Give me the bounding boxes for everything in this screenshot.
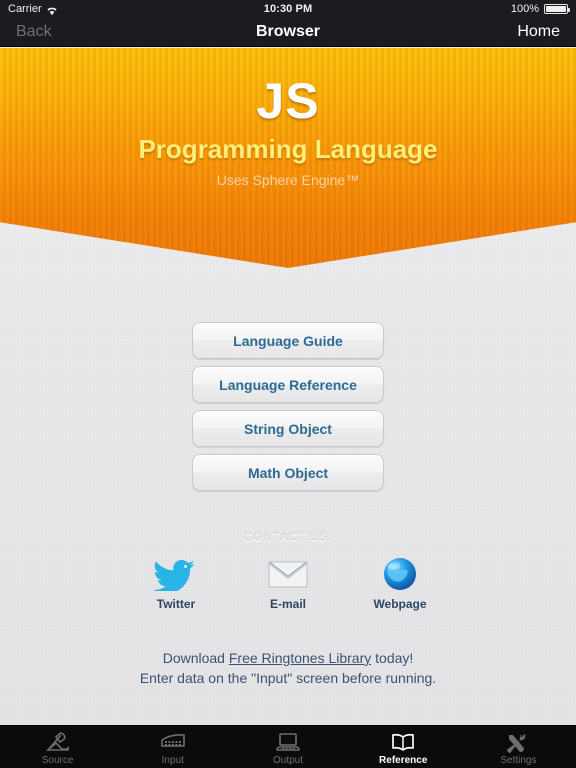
laptop-icon xyxy=(275,731,301,754)
tab-settings[interactable]: Settings xyxy=(461,726,576,768)
pen-writing-icon xyxy=(45,731,71,754)
page-title: Browser xyxy=(255,23,321,40)
menu-button-list: Language Guide Language Reference String… xyxy=(192,322,384,498)
envelope-icon xyxy=(268,554,308,594)
language-reference-button[interactable]: Language Reference xyxy=(192,366,384,403)
language-logo: JS xyxy=(256,73,320,129)
contact-title: CONTACT US: xyxy=(243,530,333,544)
status-bar-right: 100% xyxy=(388,0,576,18)
tab-label-settings: Settings xyxy=(500,754,537,766)
status-bar: Carrier 10:30 PM 100% xyxy=(0,0,576,18)
tab-bar: Source Input Output Reference Settings xyxy=(0,725,576,768)
twitter-bird-icon xyxy=(154,554,198,594)
footer-line1-after: today! xyxy=(371,650,414,666)
wifi-icon xyxy=(46,4,58,16)
engine-note: Uses Sphere Engine™ xyxy=(216,172,360,188)
language-banner: JS Programming Language Uses Sphere Engi… xyxy=(0,48,576,268)
contact-item-twitter[interactable]: Twitter xyxy=(138,554,214,611)
tab-label-reference: Reference xyxy=(379,754,428,766)
footer-line1-before: Download xyxy=(162,650,229,666)
tab-label-output: Output xyxy=(272,754,304,766)
contact-label-twitter: Twitter xyxy=(156,597,196,611)
contact-label-webpage: Webpage xyxy=(373,597,427,611)
globe-icon xyxy=(382,554,418,594)
banner-content: JS Programming Language Uses Sphere Engi… xyxy=(0,48,576,222)
contact-label-email: E-mail xyxy=(269,597,306,611)
tools-icon xyxy=(505,731,531,754)
home-button[interactable]: Home xyxy=(440,23,576,41)
keyboard-icon xyxy=(159,731,187,754)
footer-line-1: Download Free Ringtones Library today! xyxy=(0,648,576,668)
tab-reference[interactable]: Reference xyxy=(346,726,461,768)
carrier-label: Carrier xyxy=(8,3,42,15)
battery-percent-label: 100% xyxy=(510,3,539,15)
math-object-button[interactable]: Math Object xyxy=(192,454,384,491)
footer-text: Download Free Ringtones Library today! E… xyxy=(0,648,576,688)
contact-item-email[interactable]: E-mail xyxy=(250,554,326,611)
navigation-bar: Back Browser Home xyxy=(0,18,576,47)
footer-line-2: Enter data on the "Input" screen before … xyxy=(139,670,437,686)
status-bar-left: Carrier xyxy=(0,0,188,18)
contact-item-webpage[interactable]: Webpage xyxy=(362,554,438,611)
tab-label-input: Input xyxy=(161,754,184,766)
tab-label-source: Source xyxy=(41,754,74,766)
language-subtitle: Programming Language xyxy=(138,134,438,164)
app-root: Carrier 10:30 PM 100% Back Browser Home … xyxy=(0,0,576,768)
contact-icon-row: Twitter E-mail Webpage xyxy=(0,554,576,611)
contact-section: CONTACT US: Twitter E-mail Webpage xyxy=(0,530,576,611)
string-object-button[interactable]: String Object xyxy=(192,410,384,447)
tab-output[interactable]: Output xyxy=(230,726,345,768)
battery-icon xyxy=(544,4,570,14)
free-ringtones-library-link[interactable]: Free Ringtones Library xyxy=(229,650,371,666)
battery-fill xyxy=(546,6,566,12)
tab-source[interactable]: Source xyxy=(0,726,115,768)
tab-input[interactable]: Input xyxy=(115,726,230,768)
language-guide-button[interactable]: Language Guide xyxy=(192,322,384,359)
back-button[interactable]: Back xyxy=(0,23,136,41)
open-book-icon xyxy=(390,731,416,754)
status-bar-clock: 10:30 PM xyxy=(263,3,313,15)
